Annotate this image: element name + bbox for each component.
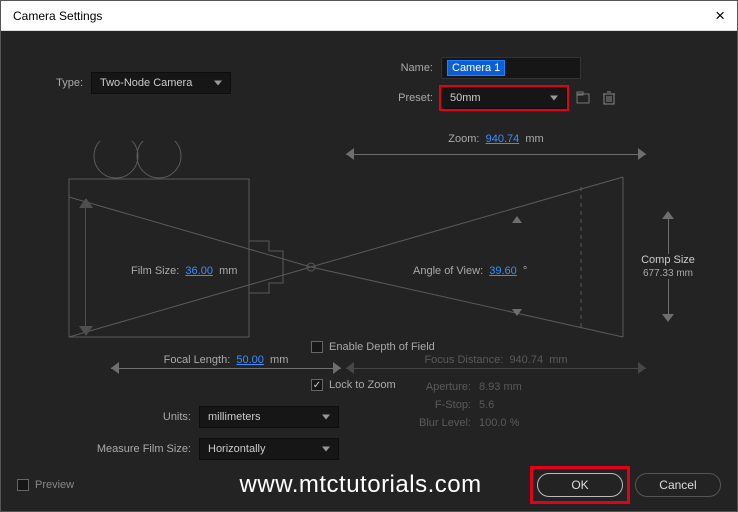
lock-to-zoom-label: Lock to Zoom — [329, 379, 396, 391]
footer: Preview www.mtctutorials.com OK Cancel — [17, 471, 721, 499]
angle-value[interactable]: 39.60 — [489, 265, 517, 277]
units-section: Units: millimeters Measure Film Size: Ho… — [81, 406, 339, 460]
enable-dof-label: Enable Depth of Field — [329, 341, 435, 353]
fstop-value: 5.6 — [479, 399, 494, 411]
fstop-label: F-Stop: — [401, 399, 471, 411]
aperture-unit: mm — [503, 381, 521, 393]
zoom-value[interactable]: 940.74 — [486, 133, 520, 145]
folder-icon[interactable] — [573, 88, 593, 108]
comp-size-label: Comp Size — [641, 254, 695, 266]
units-select-value: millimeters — [208, 411, 261, 423]
dialog-body: Type: Two-Node Camera Name: Camera 1 Pre… — [1, 31, 737, 511]
aperture-label: Aperture: — [401, 381, 471, 393]
dof-section: Enable Depth of Field Lock to Zoom — [61, 341, 697, 395]
dof-readouts: Aperture: 8.93 mm F-Stop: 5.6 Blur Level… — [401, 381, 522, 429]
film-size-arrow — [79, 198, 93, 336]
name-label: Name: — [369, 62, 433, 74]
chevron-down-icon — [214, 81, 222, 86]
comp-size-unit: mm — [676, 268, 693, 279]
zoom-indicator: Zoom: 940.74 mm — [346, 147, 646, 163]
units-select[interactable]: millimeters — [199, 406, 339, 428]
measure-label: Measure Film Size: — [81, 443, 191, 455]
type-select-value: Two-Node Camera — [100, 77, 192, 89]
film-size-label: Film Size: — [131, 265, 179, 277]
chevron-down-icon — [322, 415, 330, 420]
camera-settings-window: Camera Settings × Type: Two-Node Camera … — [0, 0, 738, 512]
units-label: Units: — [81, 411, 191, 423]
window-title: Camera Settings — [13, 9, 102, 23]
camera-diagram: Zoom: 940.74 mm Film Size: 36.00 mm Angl… — [61, 141, 681, 351]
blur-label: Blur Level: — [401, 417, 471, 429]
film-size-unit: mm — [219, 265, 237, 277]
blur-value: 100.0 — [479, 417, 507, 429]
cancel-button[interactable]: Cancel — [635, 473, 721, 497]
chevron-down-icon — [550, 96, 558, 101]
measure-select-value: Horizontally — [208, 443, 265, 455]
angle-unit: ° — [523, 265, 527, 277]
chevron-down-icon — [322, 447, 330, 452]
preset-label: Preset: — [369, 92, 433, 104]
measure-select[interactable]: Horizontally — [199, 438, 339, 460]
watermark-text: www.mtctutorials.com — [240, 471, 482, 499]
comp-size-indicator: Comp Size 677.33 mm — [633, 211, 703, 322]
titlebar: Camera Settings × — [1, 1, 737, 31]
preview-checkbox[interactable] — [17, 479, 29, 491]
preview-label: Preview — [35, 479, 74, 491]
film-size-value[interactable]: 36.00 — [185, 265, 213, 277]
zoom-unit: mm — [525, 133, 543, 145]
type-select[interactable]: Two-Node Camera — [91, 72, 231, 94]
ok-button[interactable]: OK — [537, 473, 623, 497]
type-label: Type: — [1, 77, 83, 89]
zoom-label: Zoom: — [448, 133, 479, 145]
angle-label: Angle of View: — [413, 265, 483, 277]
close-icon[interactable]: × — [715, 7, 725, 24]
aperture-value: 8.93 — [479, 381, 500, 393]
blur-unit: % — [510, 417, 520, 429]
preset-select-value: 50mm — [450, 92, 481, 104]
enable-dof-checkbox[interactable] — [311, 341, 323, 353]
lock-to-zoom-checkbox[interactable] — [311, 379, 323, 391]
name-input[interactable]: Camera 1 — [441, 57, 581, 79]
preset-select[interactable]: 50mm — [441, 87, 567, 109]
comp-size-value: 677.33 — [643, 268, 674, 279]
name-input-value: Camera 1 — [448, 61, 504, 75]
trash-icon[interactable] — [599, 88, 619, 108]
